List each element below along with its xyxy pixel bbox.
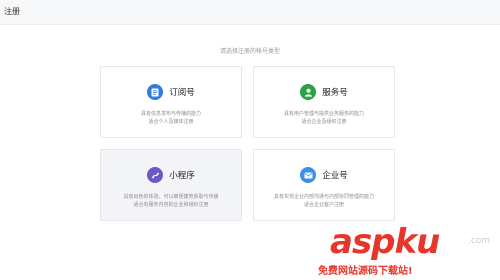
- card-subscription[interactable]: 订阅号 具有信息发布与传播的能力 适合个人及媒体注册: [100, 66, 242, 138]
- card-miniprogram[interactable]: 小程序 具有出色的体验，可以被便捷地获取与传播 适合有服务内容的企业和组织注册: [100, 149, 242, 221]
- account-type-prompt: 请选择注册的帐号类型: [219, 49, 280, 55]
- miniprogram-icon: [147, 167, 164, 183]
- document-icon: [147, 84, 164, 100]
- card-description: 具有实现企业内部沟通与内部协同管理的能力 适合企业客户注册: [273, 194, 374, 208]
- watermark-tagline: 免费网站源码下载站!: [318, 266, 413, 277]
- card-enterprise[interactable]: 企业号 具有实现企业内部沟通与内部协同管理的能力 适合企业客户注册: [253, 149, 395, 221]
- card-header: 订阅号: [101, 84, 241, 100]
- top-bar: 注册: [0, 0, 500, 25]
- card-description: 具有出色的体验，可以被便捷地获取与传播 适合有服务内容的企业和组织注册: [123, 194, 219, 208]
- card-header: 服务号: [254, 84, 394, 100]
- user-icon: [300, 84, 317, 100]
- page-title: 注册: [4, 7, 20, 16]
- site-watermark: aspku .com 免费网站源码下载站!: [318, 222, 500, 280]
- card-description: 具有信息发布与传播的能力 适合个人及媒体注册: [140, 111, 201, 125]
- card-title: 服务号: [322, 87, 348, 97]
- card-title: 小程序: [169, 170, 195, 180]
- card-header: 企业号: [254, 167, 394, 183]
- card-title: 订阅号: [169, 87, 195, 97]
- card-description: 具有用户管理与提供业务服务的能力 适合企业及组织注册: [283, 111, 364, 125]
- watermark-suffix: .com: [468, 236, 491, 246]
- card-header: 小程序: [101, 167, 241, 183]
- watermark-brand: aspku: [330, 222, 440, 262]
- card-title: 企业号: [322, 170, 348, 180]
- card-service[interactable]: 服务号 具有用户管理与提供业务服务的能力 适合企业及组织注册: [253, 66, 395, 138]
- mail-icon: [300, 167, 317, 183]
